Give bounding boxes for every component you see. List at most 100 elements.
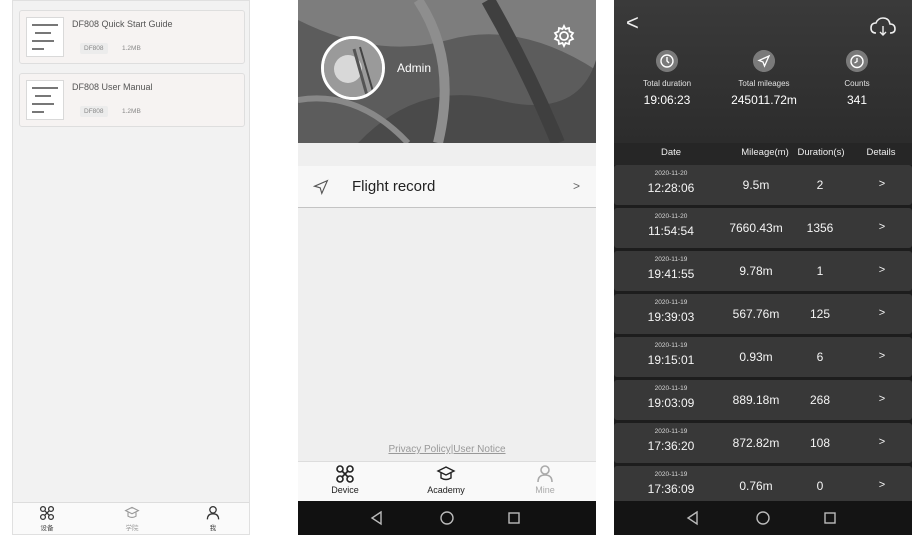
row-date: 2020-11-19: [654, 385, 688, 392]
row-details-chevron[interactable]: >: [879, 436, 885, 448]
document-card-quick-start[interactable]: DF808 Quick Start Guide DF808 1.2MB: [19, 10, 245, 64]
stat-label: Total duration: [642, 79, 692, 88]
row-date: 2020-11-19: [654, 428, 688, 435]
recents-square-icon[interactable]: [506, 510, 522, 526]
stat-counts: Counts 341: [807, 50, 907, 107]
document-size: 1.2MB: [122, 108, 141, 115]
academy-icon: [436, 466, 456, 481]
stat-value: 19:06:23: [643, 93, 691, 107]
document-title: DF808 Quick Start Guide: [72, 19, 173, 29]
nav-label: 学院: [125, 525, 139, 532]
username: Admin: [397, 61, 432, 75]
person-icon: [206, 505, 220, 520]
document-model-tag: DF808: [80, 106, 108, 117]
row-duration: 2: [816, 178, 824, 192]
column-header-details: Details: [866, 147, 896, 158]
back-button[interactable]: <: [626, 12, 639, 34]
nav-item-device[interactable]: 设备: [22, 505, 72, 532]
table-row[interactable]: 2020-11-19 17:36:09 0.76m 0 >: [614, 466, 912, 506]
row-details-chevron[interactable]: >: [879, 350, 885, 362]
document-list-screen: DF808 Quick Start Guide DF808 1.2MB DF80…: [12, 0, 250, 535]
drone-icon: [39, 505, 55, 521]
send-icon: [753, 50, 775, 72]
bottom-navigation: Device Academy Mine: [298, 461, 596, 501]
row-time: 19:15:01: [647, 353, 695, 367]
home-circle-icon[interactable]: [439, 510, 455, 526]
row-duration: 125: [809, 307, 831, 321]
row-time: 19:39:03: [647, 310, 695, 324]
nav-label: Mine: [535, 485, 555, 495]
table-row[interactable]: 2020-11-20 12:28:06 9.5m 2 >: [614, 165, 912, 205]
document-size: 1.2MB: [122, 45, 141, 52]
stat-value: 341: [846, 93, 868, 107]
recents-square-icon[interactable]: [822, 510, 838, 526]
table-row[interactable]: 2020-11-19 19:39:03 567.76m 125 >: [614, 294, 912, 334]
table-row[interactable]: 2020-11-19 19:41:55 9.78m 1 >: [614, 251, 912, 291]
person-icon: [537, 465, 553, 483]
document-title: DF808 User Manual: [72, 82, 153, 92]
row-date: 2020-11-20: [654, 170, 688, 177]
flight-record-screen: < Total duration 19:06:23 Total mileages…: [614, 0, 912, 535]
nav-item-academy[interactable]: Academy: [411, 464, 481, 495]
table-row[interactable]: 2020-11-19 17:36:20 872.82m 108 >: [614, 423, 912, 463]
row-duration: 6: [816, 350, 824, 364]
row-details-chevron[interactable]: >: [879, 178, 885, 190]
table-row[interactable]: 2020-11-19 19:15:01 0.93m 6 >: [614, 337, 912, 377]
avatar[interactable]: [321, 36, 385, 100]
back-triangle-icon[interactable]: [685, 510, 701, 526]
flight-record-label: Flight record: [352, 178, 436, 195]
gear-icon[interactable]: [552, 24, 576, 48]
nav-item-mine[interactable]: Mine: [510, 464, 580, 495]
row-details-chevron[interactable]: >: [879, 307, 885, 319]
row-details-chevron[interactable]: >: [879, 221, 885, 233]
row-mileage: 0.76m: [739, 479, 773, 493]
document-card-user-manual[interactable]: DF808 User Manual DF808 1.2MB: [19, 73, 245, 127]
row-time: 19:41:55: [647, 267, 695, 281]
privacy-policy-link[interactable]: Privacy Policy|User Notice: [298, 444, 596, 455]
system-navigation-bar: [298, 501, 596, 535]
row-details-chevron[interactable]: >: [879, 479, 885, 491]
row-mileage: 9.5m: [742, 178, 770, 192]
nav-item-academy[interactable]: 学院: [107, 505, 157, 532]
column-header-mileage: Mileage(m): [741, 147, 789, 158]
row-details-chevron[interactable]: >: [879, 393, 885, 405]
cloud-sync-icon[interactable]: [870, 17, 896, 37]
drone-icon: [336, 465, 354, 483]
document-thumbnail: [26, 80, 64, 120]
nav-label: Device: [331, 485, 359, 495]
row-details-chevron[interactable]: >: [879, 264, 885, 276]
nav-label: 设备: [40, 525, 54, 532]
nav-item-mine[interactable]: 我: [188, 505, 238, 532]
row-date: 2020-11-19: [654, 299, 688, 306]
document-thumbnail: [26, 17, 64, 57]
counter-icon: [846, 50, 868, 72]
row-mileage: 7660.43m: [729, 221, 783, 235]
nav-label: 我: [209, 525, 217, 532]
document-model-tag: DF808: [80, 43, 108, 54]
academy-icon: [124, 506, 140, 518]
nav-item-device[interactable]: Device: [310, 464, 380, 495]
system-navigation-bar: [614, 501, 912, 535]
stat-label: Counts: [844, 79, 870, 88]
row-time: 17:36:09: [647, 482, 695, 496]
bottom-navigation: 设备 学院 我: [13, 502, 249, 534]
row-mileage: 872.82m: [732, 436, 780, 450]
table-row[interactable]: 2020-11-20 11:54:54 7660.43m 1356 >: [614, 208, 912, 248]
flight-record-menu-item[interactable]: Flight record >: [298, 166, 596, 208]
row-time: 11:54:54: [648, 224, 694, 238]
row-time: 12:28:06: [647, 181, 695, 195]
row-mileage: 9.78m: [739, 264, 773, 278]
column-header-duration: Duration(s): [797, 147, 845, 158]
stat-label: Total mileages: [738, 79, 790, 88]
row-duration: 0: [816, 479, 824, 493]
profile-banner: Admin: [298, 0, 596, 143]
stat-value: 245011.72m: [731, 93, 797, 107]
row-time: 17:36:20: [647, 439, 695, 453]
clock-icon: [656, 50, 678, 72]
home-circle-icon[interactable]: [755, 510, 771, 526]
table-row[interactable]: 2020-11-19 19:03:09 889.18m 268 >: [614, 380, 912, 420]
back-triangle-icon[interactable]: [369, 510, 385, 526]
row-duration: 1356: [806, 221, 834, 235]
nav-label: Academy: [427, 485, 465, 495]
row-date: 2020-11-19: [654, 342, 688, 349]
